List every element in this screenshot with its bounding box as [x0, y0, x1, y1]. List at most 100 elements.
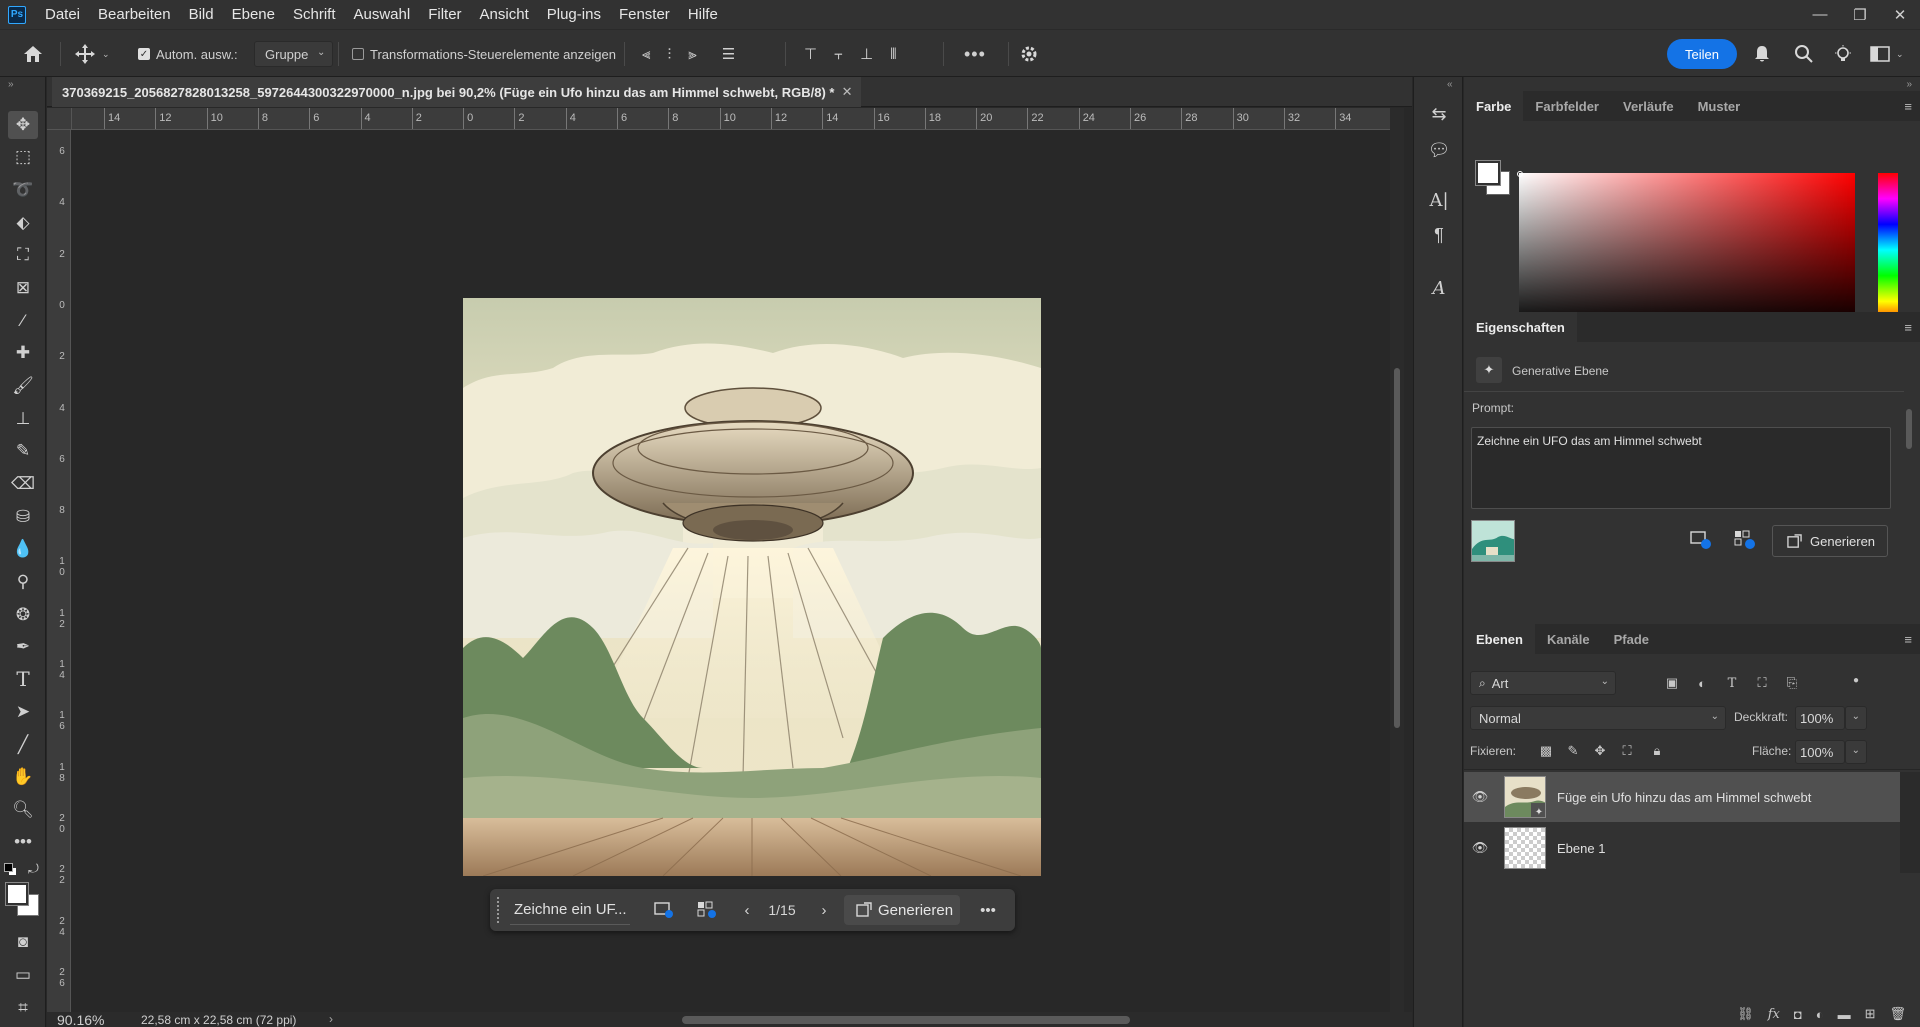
hue-slider[interactable]	[1878, 173, 1898, 327]
generate-image-icon[interactable]	[1690, 530, 1712, 553]
drag-handle[interactable]	[497, 897, 501, 923]
filter-type-icon[interactable]: T	[1722, 673, 1742, 693]
variation-thumbnail[interactable]	[1471, 520, 1515, 562]
canvas-area[interactable]	[72, 130, 1390, 1012]
generate-variations-icon[interactable]	[1734, 530, 1756, 553]
status-expand-icon[interactable]: ›	[329, 1012, 333, 1026]
layer-filter-dropdown[interactable]: ⌕ Art ⌄	[1470, 671, 1616, 695]
lock-transparent-icon[interactable]: ▩	[1536, 741, 1556, 761]
filter-smart-object-icon[interactable]: ⎘	[1782, 673, 1802, 693]
tab-ebenen[interactable]: Ebenen	[1464, 624, 1535, 654]
auto-select-checkbox[interactable]: ✓	[138, 48, 150, 60]
foreground-color-swatch[interactable]	[5, 882, 29, 906]
auto-select-target-dropdown[interactable]: Gruppe ⌄	[254, 41, 334, 67]
search-button[interactable]	[1794, 30, 1814, 78]
tab-farbfelder[interactable]: Farbfelder	[1523, 91, 1611, 121]
vertical-scrollbar[interactable]	[1390, 108, 1404, 1012]
document-image[interactable]	[463, 298, 1041, 876]
align-bottom-icon[interactable]: ⊥	[860, 45, 873, 63]
menu-bild[interactable]: Bild	[180, 0, 223, 29]
history-brush-tool[interactable]: ✎	[8, 437, 38, 465]
opacity-field[interactable]: 100%	[1795, 706, 1845, 730]
layer-style-icon[interactable]: fx	[1768, 1007, 1780, 1022]
delete-layer-icon[interactable]: 🗑︎	[1889, 1006, 1906, 1022]
tab-kanaele[interactable]: Kanäle	[1535, 624, 1602, 654]
lock-image-icon[interactable]: ✎	[1563, 741, 1583, 761]
collapse-panels-icon[interactable]: »	[1906, 79, 1912, 90]
color-picker-cursor[interactable]	[1517, 171, 1523, 177]
hand-tool[interactable]: ✋	[8, 763, 38, 791]
menu-auswahl[interactable]: Auswahl	[345, 0, 420, 29]
paint-bucket-tool[interactable]: ⛁	[8, 503, 38, 531]
align-middle-icon[interactable]: ⫟	[834, 46, 843, 63]
transform-controls-checkbox[interactable]	[352, 48, 364, 60]
menu-hilfe[interactable]: Hilfe	[679, 0, 727, 29]
filter-adjustment-icon[interactable]: ◐	[1692, 673, 1712, 693]
ruler-vertical[interactable]: 6 4 2 0 2 4 6 8 1 0 1 2 1 4 1 6 1 8 2 0 2 2 2 4 2 6	[47, 130, 71, 1012]
history-panel-icon[interactable]: ⇆	[1426, 101, 1452, 127]
menu-ebene[interactable]: Ebene	[223, 0, 284, 29]
object-selection-tool[interactable]: ⬖	[8, 209, 38, 237]
taskbar-generate-button[interactable]: Generieren	[844, 895, 960, 925]
menu-datei[interactable]: Datei	[36, 0, 89, 29]
settings-button[interactable]	[1020, 30, 1038, 78]
pen-tool[interactable]: ✒	[8, 633, 38, 661]
next-variation-button[interactable]: ›	[812, 899, 836, 921]
transform-controls-toggle[interactable]: Transformations-Steuerelemente anzeigen	[352, 30, 616, 78]
eraser-tool[interactable]: ⌫	[8, 470, 38, 498]
color-saturation-field[interactable]	[1519, 173, 1855, 327]
crop-tool[interactable]: ⛶	[8, 241, 38, 269]
distribute-h-icon[interactable]: ☰	[722, 45, 735, 63]
type-tool[interactable]: T	[8, 665, 38, 693]
opacity-slider-toggle[interactable]: ⌄	[1845, 706, 1867, 730]
rectangular-marquee-tool[interactable]: ⬚	[8, 143, 38, 171]
generate-variations-icon[interactable]	[695, 899, 719, 921]
eye-icon[interactable]: 👁︎	[1472, 840, 1489, 856]
menu-bearbeiten[interactable]: Bearbeiten	[89, 0, 180, 29]
menu-fenster[interactable]: Fenster	[610, 0, 679, 29]
distribute-v-icon[interactable]: ⫴	[890, 46, 896, 63]
edit-toolbar-button[interactable]: ⌗	[8, 994, 38, 1022]
taskbar-prompt-field[interactable]: Zeichne ein UF...	[510, 895, 630, 925]
comments-panel-icon[interactable]: 💬︎	[1426, 137, 1452, 163]
zoom-tool[interactable]: 🔍︎	[8, 796, 38, 824]
lock-position-icon[interactable]: ✥	[1590, 741, 1610, 761]
lasso-tool[interactable]: ➰	[8, 176, 38, 204]
paragraph-panel-icon[interactable]: ¶	[1426, 222, 1452, 248]
tab-pfade[interactable]: Pfade	[1602, 624, 1661, 654]
filter-pixel-icon[interactable]: ▣	[1662, 673, 1682, 693]
collapse-arrows-icon[interactable]: »	[8, 79, 14, 90]
tab-eigenschaften[interactable]: Eigenschaften	[1464, 312, 1577, 342]
workspace-button[interactable]: ⌄	[1870, 30, 1904, 78]
properties-generate-button[interactable]: Generieren	[1772, 525, 1888, 557]
expand-arrows-icon[interactable]: «	[1447, 79, 1453, 90]
lock-artboard-icon[interactable]: ⛶	[1617, 741, 1637, 761]
fill-slider-toggle[interactable]: ⌄	[1845, 740, 1867, 764]
eye-icon[interactable]: 👁︎	[1472, 789, 1489, 805]
filter-toggle-icon[interactable]: ●	[1846, 670, 1866, 690]
frame-tool[interactable]: ⊠	[8, 274, 38, 302]
panel-foreground-swatch[interactable]	[1475, 160, 1501, 186]
more-options-icon[interactable]: •••	[964, 30, 986, 78]
swap-colors-icon[interactable]: ⤾	[28, 861, 39, 877]
screen-mode-button[interactable]: ▭	[8, 961, 38, 989]
layer-thumbnail[interactable]: ✦	[1504, 776, 1546, 818]
eyedropper-tool[interactable]: ⁄	[8, 307, 38, 335]
document-tab[interactable]: 370369215_2056827828013258_5972644300322…	[52, 77, 861, 107]
panel-menu-icon[interactable]: ≡	[1904, 99, 1912, 114]
align-right-icon[interactable]: ⫸	[688, 46, 696, 63]
blend-mode-dropdown[interactable]: Normal ⌄	[1470, 706, 1726, 730]
tab-verlaeufe[interactable]: Verläufe	[1611, 91, 1686, 121]
prompt-textarea[interactable]: Zeichne ein UFO das am Himmel schwebt	[1471, 427, 1891, 509]
menu-filter[interactable]: Filter	[419, 0, 470, 29]
share-button[interactable]: Teilen	[1667, 39, 1737, 69]
horizontal-scrollbar-thumb[interactable]	[682, 1016, 1130, 1024]
sponge-tool[interactable]: ❂	[8, 601, 38, 629]
close-tab-icon[interactable]: ✕	[842, 84, 853, 100]
minimize-button[interactable]: —	[1800, 0, 1840, 29]
align-top-icon[interactable]: ⊤	[804, 45, 817, 63]
dodge-tool[interactable]: ⚲	[8, 568, 38, 596]
link-layers-icon[interactable]: ⛓	[1737, 1006, 1754, 1022]
layer-row-generative[interactable]: 👁︎ ✦ Füge ein Ufo hinzu das am Himmel sc…	[1464, 772, 1900, 822]
new-layer-icon[interactable]: ⊞	[1865, 1006, 1876, 1022]
